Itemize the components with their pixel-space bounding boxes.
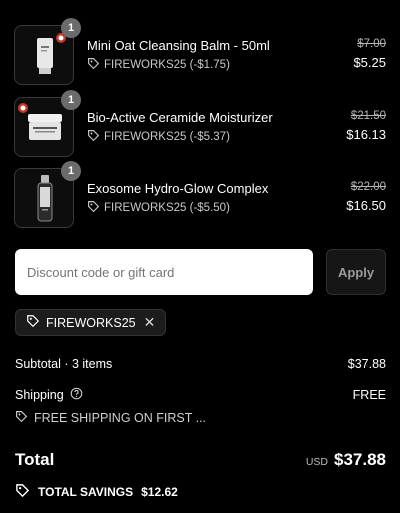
total-label: Total — [15, 450, 55, 469]
quantity-badge: 1 — [61, 90, 81, 110]
line-item: 1 Bio-Active Ceramide Moisturizer FIREWO… — [14, 90, 386, 157]
discount-code-input[interactable] — [15, 249, 313, 295]
final-price: $5.25 — [353, 55, 386, 70]
product-name: Mini Oat Cleansing Balm - 50ml — [87, 38, 270, 53]
savings-value: $12.62 — [141, 485, 178, 499]
currency-code: USD — [305, 456, 328, 468]
subtotal-label: Subtotal · 3 items — [15, 357, 113, 371]
original-price: $22.00 — [350, 181, 386, 193]
total-row: Total USD $37.88 — [15, 450, 386, 470]
help-icon[interactable] — [70, 387, 83, 403]
item-discount: FIREWORKS25 (-$1.75) — [87, 57, 230, 73]
tag-icon — [15, 483, 30, 501]
tag-icon — [15, 410, 28, 426]
item-discount: FIREWORKS25 (-$5.37) — [87, 129, 230, 145]
tag-icon — [87, 129, 100, 145]
line-item: 1 Mini Oat Cleansing Balm - 50ml FIREWOR… — [14, 18, 386, 85]
original-price: $21.50 — [350, 110, 386, 122]
item-discount-text: FIREWORKS25 (-$1.75) — [104, 59, 230, 71]
shipping-label: Shipping — [15, 388, 64, 402]
subtotal-value: $37.88 — [347, 357, 386, 371]
quantity-badge: 1 — [61, 161, 81, 181]
subtotal-row: Subtotal · 3 items $37.88 — [15, 357, 386, 371]
tag-icon — [87, 200, 100, 216]
final-price: $16.50 — [346, 198, 386, 213]
product-name: Bio-Active Ceramide Moisturizer — [87, 110, 273, 125]
product-name: Exosome Hydro-Glow Complex — [87, 181, 269, 196]
item-discount-text: FIREWORKS25 (-$5.50) — [104, 202, 230, 214]
remove-discount-icon[interactable]: ✕ — [144, 314, 156, 331]
apply-button[interactable]: Apply — [326, 249, 386, 295]
total-savings: TOTAL SAVINGS $12.62 — [15, 483, 178, 501]
savings-label: TOTAL SAVINGS — [38, 485, 134, 499]
item-discount: FIREWORKS25 (-$5.50) — [87, 200, 230, 216]
original-price: $7.00 — [357, 38, 386, 50]
shipping-promo-text: FREE SHIPPING ON FIRST ... — [34, 411, 207, 425]
applied-code-label: FIREWORKS25 — [46, 315, 136, 330]
shipping-value: FREE — [352, 388, 386, 402]
line-item: 1 Exosome Hydro-Glow Complex FIREWORKS25… — [14, 161, 386, 228]
item-discount-text: FIREWORKS25 (-$5.37) — [104, 131, 230, 143]
final-price: $16.13 — [346, 127, 386, 142]
shipping-promo-row: FREE SHIPPING ON FIRST ... — [15, 410, 386, 426]
shipping-row: Shipping FREE — [15, 387, 386, 403]
tag-icon — [87, 57, 100, 73]
applied-discount-chip: FIREWORKS25 ✕ — [15, 309, 167, 336]
quantity-badge: 1 — [61, 18, 81, 38]
tag-icon — [26, 314, 40, 331]
total-value: $37.88 — [334, 450, 386, 469]
